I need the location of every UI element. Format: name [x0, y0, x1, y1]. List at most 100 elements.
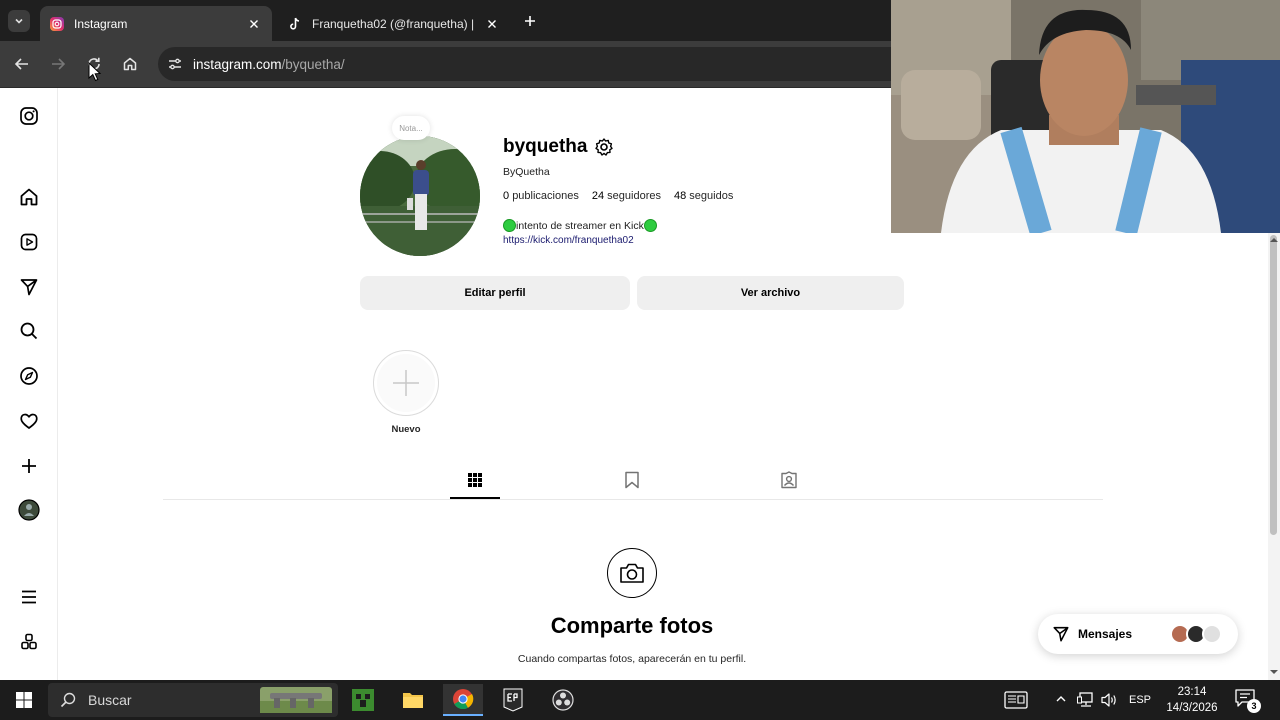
clock-date: 14/3/2026	[1166, 702, 1218, 714]
taskbar-clock[interactable]: 23:14 14/3/2026	[1160, 684, 1224, 716]
taskbar-search[interactable]: Buscar	[48, 683, 338, 717]
scrollbar-thumb[interactable]	[1270, 235, 1277, 535]
camera-circle	[607, 548, 657, 598]
nav-home[interactable]	[18, 186, 40, 208]
bio-text: intento de streamer en Kick	[516, 219, 644, 232]
plus-icon	[525, 16, 535, 26]
instagram-sidebar	[0, 88, 58, 680]
tab-tiktok[interactable]: Franquetha02 (@franquetha) |	[278, 6, 510, 41]
epic-games-icon	[503, 688, 523, 712]
home-button[interactable]	[119, 53, 141, 75]
scroll-down-icon[interactable]	[1268, 668, 1280, 676]
minecraft-app[interactable]	[343, 684, 383, 716]
plus-icon	[22, 459, 36, 473]
news-widget-icon[interactable]	[1004, 691, 1028, 709]
windows-logo-icon	[16, 692, 32, 708]
tune-icon	[169, 58, 181, 70]
tiktok-favicon-icon	[290, 17, 300, 30]
instagram-logo[interactable]	[18, 105, 40, 127]
tab-title: Instagram	[74, 16, 128, 31]
url-text: instagram.com/byquetha/	[193, 57, 345, 72]
tab-title: Franquetha02 (@franquetha) |	[312, 16, 475, 31]
menu-icon	[22, 590, 36, 604]
network-icon[interactable]	[1077, 692, 1095, 708]
profile-stats: 0 publicaciones 24 seguidores 48 seguido…	[503, 190, 733, 202]
profile-username: byquetha	[503, 136, 588, 157]
reels-icon	[20, 233, 38, 251]
tab-search-button[interactable]	[8, 10, 30, 32]
stat-following[interactable]: 48 seguidos	[674, 190, 733, 202]
tabs-divider	[163, 499, 1103, 500]
obs-app[interactable]	[543, 684, 583, 716]
close-tab-icon[interactable]	[246, 16, 262, 32]
nav-create[interactable]	[18, 455, 40, 477]
instagram-logo-icon	[20, 107, 38, 125]
new-highlight-label: Nuevo	[391, 424, 421, 435]
arrow-left-icon	[14, 58, 28, 70]
notification-count-badge: 3	[1247, 699, 1261, 713]
nav-reels[interactable]	[18, 231, 40, 253]
minecraft-icon	[352, 689, 374, 711]
nav-notifications[interactable]	[18, 410, 40, 432]
close-tab-icon[interactable]	[484, 16, 500, 32]
nav-profile[interactable]	[18, 499, 40, 521]
heart-icon	[20, 413, 38, 429]
instagram-favicon-icon	[50, 16, 64, 31]
empty-state-subtitle: Cuando compartas fotos, aparecerán en tu…	[517, 653, 747, 665]
notifications-button[interactable]: 3	[1234, 688, 1261, 713]
green-circle-emoji	[643, 219, 657, 232]
tagged-icon	[781, 471, 797, 489]
language-indicator[interactable]: ESP	[1129, 680, 1151, 720]
edit-profile-button[interactable]: Editar perfil	[360, 276, 630, 310]
compass-icon	[20, 367, 38, 385]
profile-photo	[360, 136, 480, 256]
stat-followers[interactable]: 24 seguidores	[592, 190, 661, 202]
nav-more[interactable]	[18, 586, 40, 608]
messages-label: Mensajes	[1078, 627, 1133, 641]
plus-icon	[393, 370, 419, 396]
note-bubble[interactable]: Nota...	[392, 116, 430, 140]
gear-icon[interactable]	[594, 137, 614, 157]
obs-icon	[552, 689, 574, 711]
webcam-overlay	[891, 0, 1280, 233]
tab-saved[interactable]	[622, 470, 642, 490]
system-tray	[1004, 680, 1028, 720]
epic-games-app[interactable]	[493, 684, 533, 716]
new-tab-button[interactable]	[520, 11, 540, 31]
tab-tagged[interactable]	[779, 470, 799, 490]
green-circle-emoji	[503, 219, 516, 232]
view-archive-button[interactable]: Ver archivo	[637, 276, 904, 310]
search-icon	[20, 322, 38, 340]
nav-search[interactable]	[18, 320, 40, 342]
back-button[interactable]	[11, 53, 33, 75]
tab-instagram[interactable]: Instagram	[40, 6, 272, 41]
chevron-down-icon	[15, 18, 23, 24]
scroll-up-icon[interactable]	[1268, 236, 1280, 244]
chevron-up-icon[interactable]	[1055, 694, 1067, 704]
mouse-cursor-icon	[88, 62, 102, 82]
nav-direct[interactable]	[18, 276, 40, 298]
profile-bio: intento de streamer en Kick	[503, 219, 657, 232]
nav-meta-apps[interactable]	[18, 631, 40, 653]
site-info-button[interactable]	[160, 49, 190, 79]
send-icon	[20, 279, 38, 296]
chrome-app[interactable]	[443, 684, 483, 716]
bookmark-icon	[625, 471, 639, 489]
start-button[interactable]	[4, 684, 44, 716]
forward-button[interactable]	[47, 53, 69, 75]
nav-explore[interactable]	[18, 365, 40, 387]
search-highlight-image	[260, 687, 332, 713]
apps-icon	[21, 633, 37, 650]
tab-posts[interactable]	[465, 470, 485, 490]
avatar	[18, 499, 40, 521]
home-icon	[20, 188, 38, 206]
file-explorer-app[interactable]	[393, 684, 433, 716]
bio-link[interactable]: https://kick.com/franquetha02	[503, 235, 634, 246]
url-host: instagram.com	[193, 56, 282, 72]
profile-avatar[interactable]	[360, 136, 480, 256]
volume-icon[interactable]	[1100, 692, 1118, 708]
new-highlight-button[interactable]	[373, 350, 439, 416]
messages-button[interactable]: Mensajes	[1038, 614, 1238, 654]
avatar	[1202, 624, 1222, 644]
arrow-right-icon	[52, 58, 66, 70]
